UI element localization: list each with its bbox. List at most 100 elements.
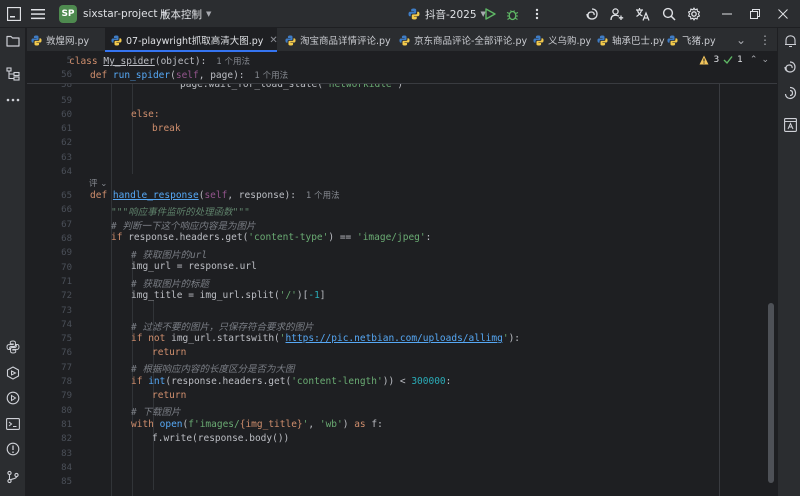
tab-label: 07-playwright抓取高清大图.py: [126, 36, 264, 47]
translate-icon[interactable]: [635, 0, 650, 28]
tab-yiwugou[interactable]: 义乌购.py: [533, 28, 595, 52]
code-line: if response.headers.get('content-type') …: [111, 232, 432, 243]
services-icon[interactable]: [4, 364, 22, 382]
usage-hint[interactable]: 1 个用法: [216, 57, 250, 67]
plugin-swirl-icon[interactable]: [781, 84, 799, 102]
tab-taobao[interactable]: 淘宝商品详情评论.py: [285, 28, 393, 52]
inspection-widget[interactable]: 3 1 ⌃ ⌄: [699, 55, 769, 65]
close-icon[interactable]: ✕: [269, 35, 277, 46]
more-tools-icon[interactable]: [4, 91, 22, 109]
more-icon[interactable]: [531, 0, 543, 28]
tab-feizhu[interactable]: 飞猪.py: [667, 28, 725, 52]
vcs-selector[interactable]: 版本控制 ▼: [160, 0, 211, 28]
hamburger-menu-icon[interactable]: [31, 0, 45, 28]
line-number: 72: [61, 291, 72, 301]
project-selector[interactable]: SP sixstar-project ▼: [59, 0, 167, 28]
notifications-icon[interactable]: [781, 32, 799, 50]
chevron-down-icon[interactable]: ⌄: [761, 55, 769, 65]
line-number: 65: [61, 191, 72, 201]
line-number: 85: [61, 477, 72, 487]
tab-jd[interactable]: 京东商品评论-全部评论.py: [399, 28, 529, 52]
code-line: with open(f'images/{img_title}', 'wb') a…: [131, 419, 383, 430]
code-editor[interactable]: 58 page.wait_for_load_state('networkidle…: [27, 53, 777, 496]
ai-assistant-icon[interactable]: [781, 58, 799, 76]
run-console-icon[interactable]: [4, 389, 22, 407]
code-line: # 获取图片的标题: [131, 279, 209, 290]
line-number: 76: [61, 348, 72, 358]
tab-label: 淘宝商品详情评论.py: [300, 36, 391, 47]
tab-label: 轴承巴士.py: [612, 36, 665, 47]
line-number: 61: [61, 124, 72, 134]
project-badge: SP: [59, 5, 77, 23]
problems-icon[interactable]: [4, 440, 22, 458]
python-file-icon: [111, 34, 122, 46]
tab-overflow-icon[interactable]: ⌄: [731, 28, 751, 52]
line-number: 74: [61, 320, 72, 330]
python-file-icon: [667, 34, 678, 46]
vcs-label: 版本控制: [160, 8, 202, 21]
project-folder-icon[interactable]: [4, 32, 22, 50]
usage-hint[interactable]: 1 个用法: [306, 191, 340, 201]
run-config-name: 抖音-2025: [425, 8, 477, 21]
python-file-icon: [31, 34, 42, 46]
tab-zhouchengbashi[interactable]: 轴承巴士.py: [597, 28, 667, 52]
minimize-icon[interactable]: [722, 0, 732, 28]
check-count: 1: [737, 55, 743, 65]
url-link[interactable]: https://pic.netbian.com/uploads/allimg: [286, 333, 503, 344]
code-line: # 过滤不要的图片，只保存符合要求的图片: [131, 322, 314, 333]
code-line: return: [152, 347, 187, 358]
code-line: img_title = img_url.split('/')[-1]: [131, 290, 326, 301]
python-packages-icon[interactable]: [4, 338, 22, 356]
line-number: 80: [61, 406, 72, 416]
line-number: 62: [61, 138, 72, 148]
add-user-icon[interactable]: [610, 0, 624, 28]
line-number: 84: [61, 463, 72, 473]
git-branch-icon[interactable]: [4, 468, 22, 486]
code-line: # 获取图片的url: [131, 250, 208, 261]
code-line: if not img_url.startswith('https://pic.n…: [131, 333, 521, 344]
structure-icon[interactable]: [4, 65, 22, 83]
debug-icon[interactable]: [506, 0, 519, 28]
indent-guide: [132, 84, 133, 174]
ai-swirl-icon[interactable]: [585, 0, 599, 28]
python-file-icon: [399, 34, 410, 46]
logo-icon: [7, 0, 21, 28]
inlay-hint[interactable]: 评 ⌄: [89, 177, 107, 189]
code-line: # 根据响应内容的长度区分是否为大图: [131, 364, 295, 375]
close-icon[interactable]: [778, 0, 788, 28]
warning-count: 3: [713, 55, 720, 65]
run-config-selector[interactable]: 抖音-2025 ▼: [408, 0, 486, 28]
line-number: 73: [61, 306, 72, 316]
code-line: """响应事件监听的处理函数""": [111, 207, 250, 218]
run-icon[interactable]: [484, 0, 496, 28]
code-line: return: [152, 390, 187, 401]
terminal-icon[interactable]: [4, 415, 22, 433]
settings-icon[interactable]: [687, 0, 701, 28]
chevron-up-icon[interactable]: ⌃: [750, 55, 758, 65]
maximize-icon[interactable]: [750, 0, 760, 28]
sticky-scroll-header[interactable]: 5 class My_spider(object): 1 个用法 56 def r…: [27, 53, 777, 84]
line-number: 79: [61, 391, 72, 401]
code-line: def handle_response(self, response): 1 个用…: [90, 190, 340, 201]
chevron-down-icon: ▼: [206, 10, 212, 18]
tab-label: 飞猪.py: [682, 36, 716, 47]
code-line: def run_spider(self, page): 1 个用法: [90, 70, 289, 81]
line-number: 66: [61, 205, 72, 215]
line-number: 5: [66, 56, 72, 66]
indent-guide: [111, 84, 112, 496]
more-icon[interactable]: ⋮: [755, 28, 775, 52]
tab-label: 敦煌网.py: [46, 36, 90, 47]
search-icon[interactable]: [662, 0, 676, 28]
line-number: 56: [61, 70, 72, 80]
line-number: 83: [61, 449, 72, 459]
tab-dunhuang[interactable]: 敦煌网.py: [31, 28, 105, 52]
usage-hint[interactable]: 1 个用法: [255, 71, 289, 81]
tab-playwright[interactable]: 07-playwright抓取高清大图.py ✕: [105, 28, 278, 52]
line-number: 78: [61, 377, 72, 387]
vertical-scrollbar[interactable]: [768, 303, 774, 483]
sciview-icon[interactable]: [781, 116, 799, 134]
line-number: 81: [61, 420, 72, 430]
line-number: 69: [61, 248, 72, 258]
project-name: sixstar-project: [83, 8, 158, 20]
line-number: 82: [61, 434, 72, 444]
